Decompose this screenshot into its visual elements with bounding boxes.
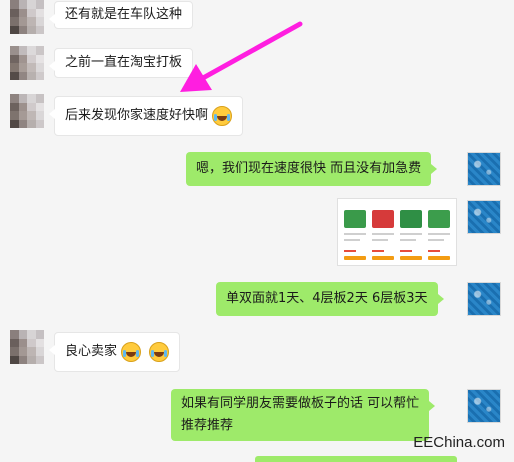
message-text: 后来发现你家速度好快啊 — [65, 108, 209, 123]
message-bubble-sent[interactable]: 嗯，我们现在速度很快 而且没有加急费 — [186, 152, 438, 186]
laugh-cry-emoji-icon — [149, 341, 170, 362]
message-bubble-sent[interactable]: 单双面就1天、4层板2天 6层板3天 — [216, 282, 443, 316]
thumb-button — [344, 256, 366, 260]
pixelated-avatar-icon — [10, 46, 44, 80]
pixelated-avatar-icon — [10, 94, 44, 128]
laugh-cry-emoji-icon — [212, 105, 233, 126]
thumb-text-line — [372, 233, 394, 235]
message-text: 如果有同学朋友需要做板子的话 可以帮忙 — [181, 396, 420, 411]
message-bubble-received[interactable]: 后来发现你家速度好快啊 — [48, 96, 244, 136]
thumb-text-line — [344, 239, 360, 241]
thumb-text-line — [428, 239, 444, 241]
message-text: 推荐推荐 — [181, 418, 234, 433]
thumb-button — [400, 256, 422, 260]
pool-avatar-icon — [467, 200, 501, 234]
pool-avatar-icon — [467, 389, 501, 423]
message-bubble-received[interactable]: 之前一直在淘宝打板 — [48, 48, 194, 78]
contact-avatar[interactable] — [10, 94, 44, 128]
message-image[interactable] — [337, 198, 457, 266]
my-avatar[interactable] — [467, 152, 501, 186]
message-text: 之前一直在淘宝打板 — [65, 55, 183, 70]
pixelated-avatar-icon — [10, 330, 44, 364]
green-pcb-icon — [344, 210, 366, 228]
pool-avatar-icon — [467, 282, 501, 316]
thumb-price — [400, 250, 412, 252]
thumb-text-line — [400, 233, 422, 235]
laugh-cry-emoji-icon — [121, 341, 142, 362]
contact-avatar[interactable] — [10, 330, 44, 364]
thumb-button — [428, 256, 450, 260]
red-pcb-icon — [372, 210, 394, 228]
contact-avatar[interactable] — [10, 0, 44, 34]
message-text: 单双面就1天、4层板2天 6层板3天 — [226, 291, 428, 306]
thumb-text-line — [400, 239, 416, 241]
message-text: 还有就是在车队这种 — [65, 7, 183, 22]
message-text: 良心卖家 — [65, 344, 118, 359]
my-avatar[interactable] — [467, 200, 501, 234]
my-avatar[interactable] — [467, 389, 501, 423]
green-pcb-icon — [400, 210, 422, 228]
contact-avatar[interactable] — [10, 46, 44, 80]
message-bubble-sent[interactable]: 如果有同学朋友需要做板子的话 可以帮忙 推荐推荐 — [171, 389, 436, 441]
green-pcb-icon — [428, 210, 450, 228]
thumb-button — [372, 256, 394, 260]
message-bubble-received[interactable]: 还有就是在车队这种 — [48, 1, 194, 29]
thumb-text-line — [344, 233, 366, 235]
thumb-price — [372, 250, 384, 252]
thumb-price — [344, 250, 356, 252]
message-text: 嗯，我们现在速度很快 而且没有加急费 — [196, 161, 422, 176]
my-avatar[interactable] — [467, 282, 501, 316]
thumb-text-line — [428, 233, 450, 235]
pixelated-avatar-icon — [10, 0, 44, 34]
message-bubble-received[interactable]: 良心卖家 — [48, 332, 181, 372]
message-bubble-sent[interactable] — [255, 456, 457, 462]
watermark: EEChina.com — [413, 434, 505, 451]
thumb-price — [428, 250, 440, 252]
thumb-text-line — [372, 239, 388, 241]
pool-avatar-icon — [467, 152, 501, 186]
